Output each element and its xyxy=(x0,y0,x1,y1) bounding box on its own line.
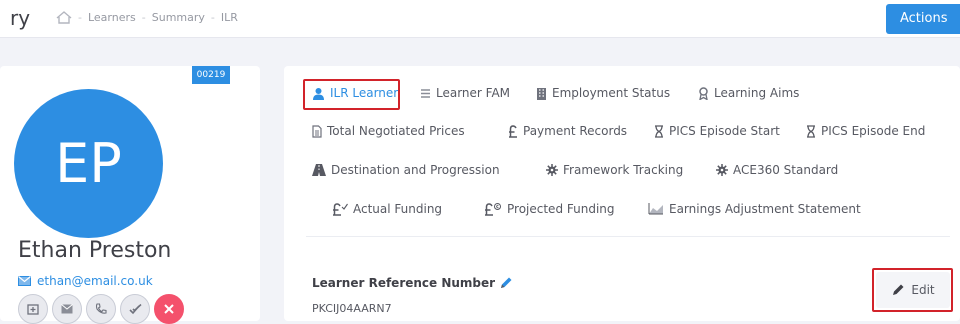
check-all-icon[interactable] xyxy=(120,294,150,324)
tab-actual-funding[interactable]: Actual Funding xyxy=(332,202,442,216)
tab-learning-aims[interactable]: Learning Aims xyxy=(698,86,799,100)
learner-id-badge: 00219 xyxy=(192,66,230,84)
road-icon xyxy=(312,164,326,176)
tab-framework-tracking[interactable]: Framework Tracking xyxy=(546,163,683,177)
document-icon xyxy=(312,124,322,138)
pound-projected-icon xyxy=(484,202,502,216)
tab-pics-episode-start[interactable]: PICS Episode Start xyxy=(654,124,780,138)
home-icon[interactable] xyxy=(56,11,72,24)
tab-label: Framework Tracking xyxy=(563,163,684,177)
chart-area-icon xyxy=(648,203,664,215)
tab-label: Projected Funding xyxy=(507,202,615,216)
quick-actions xyxy=(18,294,184,324)
tab-label: Payment Records xyxy=(523,124,628,138)
tab-employment-status[interactable]: Employment Status xyxy=(536,86,670,100)
hourglass-icon xyxy=(806,124,816,138)
tab-total-negotiated-prices[interactable]: Total Negotiated Prices xyxy=(312,124,465,138)
tab-ace360-standard[interactable]: ACE360 Standard xyxy=(716,163,838,177)
tab-pics-episode-end[interactable]: PICS Episode End xyxy=(806,124,925,138)
learner-reference-number-label: Learner Reference Number xyxy=(312,276,513,290)
top-bar: ry - Learners - Summary - ILR Actions xyxy=(0,0,960,38)
learner-email[interactable]: ethan@email.co.uk xyxy=(37,274,153,288)
close-icon[interactable] xyxy=(154,294,184,324)
mail-icon xyxy=(18,276,31,286)
breadcrumb-separator: - xyxy=(210,11,215,24)
breadcrumb-separator: - xyxy=(141,11,146,24)
actions-button[interactable]: Actions xyxy=(886,4,960,34)
tab-label: Actual Funding xyxy=(353,202,443,216)
tab-label: Learning Aims xyxy=(714,86,800,100)
tab-label: PICS Episode End xyxy=(821,124,926,138)
learner-name: Ethan Preston xyxy=(18,238,172,263)
tab-label: Destination and Progression xyxy=(331,163,500,177)
tab-label: ACE360 Standard xyxy=(733,163,839,177)
tab-label: Employment Status xyxy=(552,86,671,100)
tab-label: Learner FAM xyxy=(436,86,511,100)
tab-label: Total Negotiated Prices xyxy=(327,124,465,138)
tab-label: Earnings Adjustment Statement xyxy=(669,202,861,216)
tab-label: PICS Episode Start xyxy=(669,124,780,138)
gear-icon xyxy=(716,164,728,176)
breadcrumb-ilr[interactable]: ILR xyxy=(221,11,238,24)
breadcrumb: - Learners - Summary - ILR xyxy=(56,11,238,24)
tab-destination-and-progression[interactable]: Destination and Progression xyxy=(312,163,500,177)
highlight-box-edit xyxy=(872,268,953,312)
highlight-box-ilr-learner xyxy=(303,79,400,110)
avatar: EP xyxy=(14,89,163,238)
add-icon[interactable] xyxy=(18,294,48,324)
actions-button-label: Actions xyxy=(900,11,948,26)
tab-earnings-adjustment-statement[interactable]: Earnings Adjustment Statement xyxy=(648,202,861,216)
gear-icon xyxy=(546,164,558,176)
pound-icon xyxy=(508,124,518,138)
tab-learner-fam[interactable]: Learner FAM xyxy=(420,86,510,100)
email-row[interactable]: ethan@email.co.uk xyxy=(18,274,153,288)
breadcrumb-separator: - xyxy=(78,11,82,24)
hourglass-icon xyxy=(654,124,664,138)
page-title: ry xyxy=(10,6,31,30)
phone-icon[interactable] xyxy=(86,294,116,324)
tab-projected-funding[interactable]: Projected Funding xyxy=(484,202,615,216)
pencil-icon[interactable] xyxy=(499,276,513,290)
mail-icon[interactable] xyxy=(52,294,82,324)
breadcrumb-summary[interactable]: Summary xyxy=(152,11,205,24)
breadcrumb-learners[interactable]: Learners xyxy=(88,11,136,24)
list-icon xyxy=(420,88,431,99)
award-icon xyxy=(698,86,709,100)
divider xyxy=(306,236,950,237)
building-icon xyxy=(536,87,547,100)
learner-reference-number-value: PKCIJ04AARN7 xyxy=(312,302,392,315)
pound-check-icon xyxy=(332,202,348,216)
field-label-text: Learner Reference Number xyxy=(312,276,496,290)
tab-payment-records[interactable]: Payment Records xyxy=(508,124,627,138)
